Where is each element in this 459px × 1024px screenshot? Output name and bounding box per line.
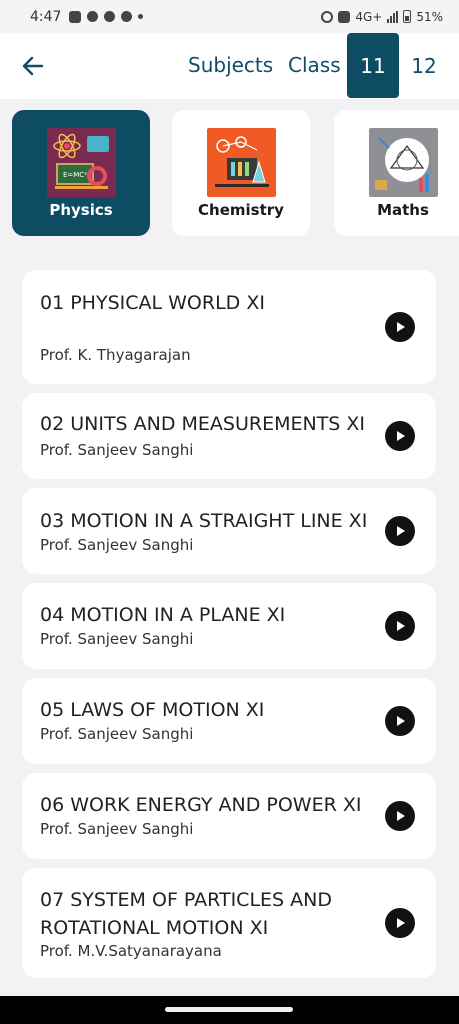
- chemistry-icon: [206, 128, 276, 197]
- back-button[interactable]: [18, 51, 48, 81]
- subject-label: Physics: [49, 201, 113, 219]
- play-icon: [397, 526, 405, 536]
- play-button[interactable]: [385, 908, 415, 938]
- list-item[interactable]: 06 WORK ENERGY AND POWER XI Prof. Sanjee…: [22, 773, 436, 859]
- alarm-icon: [321, 10, 334, 23]
- lecture-professor: Prof. Sanjeev Sanghi: [40, 820, 194, 838]
- subject-carousel[interactable]: E=MC² Physics Chemistry Maths: [12, 110, 459, 236]
- list-item[interactable]: 07 SYSTEM OF PARTICLES AND ROTATIONAL MO…: [22, 868, 436, 978]
- play-button[interactable]: [385, 516, 415, 546]
- list-item[interactable]: 05 LAWS OF MOTION XI Prof. Sanjeev Sangh…: [22, 678, 436, 764]
- lecture-professor: Prof. Sanjeev Sanghi: [40, 630, 194, 648]
- subject-label: Maths: [377, 201, 429, 219]
- lecture-title: 07 SYSTEM OF PARTICLES AND ROTATIONAL MO…: [40, 889, 332, 939]
- notification-icons: [69, 10, 144, 23]
- subject-card-chemistry[interactable]: Chemistry: [172, 110, 310, 236]
- vibrate-icon: [338, 10, 351, 23]
- play-button[interactable]: [385, 801, 415, 831]
- play-icon: [397, 322, 405, 332]
- subjects-heading: Subjects: [188, 53, 274, 77]
- lecture-title: 06 WORK ENERGY AND POWER XI: [40, 794, 362, 816]
- network-type: 4G+: [355, 9, 383, 24]
- physics-icon: E=MC²: [46, 128, 116, 197]
- battery-level: 51%: [416, 9, 443, 24]
- maths-icon: [368, 128, 438, 197]
- list-item[interactable]: 04 MOTION IN A PLANE XI Prof. Sanjeev Sa…: [22, 583, 436, 669]
- snapchat-icon: [121, 11, 133, 22]
- play-icon: [397, 621, 405, 631]
- snapchat-icon: [87, 11, 99, 22]
- play-button[interactable]: [385, 421, 415, 451]
- lecture-professor: Prof. Sanjeev Sanghi: [40, 536, 194, 554]
- lecture-title: 04 MOTION IN A PLANE XI: [40, 604, 286, 626]
- battery-icon: [403, 10, 412, 23]
- subject-card-physics[interactable]: E=MC² Physics: [12, 110, 150, 236]
- play-icon: [397, 811, 405, 821]
- lecture-title: 03 MOTION IN A STRAIGHT LINE XI: [40, 510, 368, 532]
- play-icon: [397, 431, 405, 441]
- class-heading: Class: [288, 53, 341, 77]
- play-button[interactable]: [385, 312, 415, 342]
- home-gesture-handle[interactable]: [165, 1007, 293, 1012]
- arrow-left-icon: [22, 56, 44, 76]
- lecture-professor: Prof. Sanjeev Sanghi: [40, 441, 194, 459]
- lecture-professor: Prof. M.V.Satyanarayana: [40, 942, 222, 960]
- system-navigation-bar: [0, 996, 459, 1024]
- list-item[interactable]: 01 PHYSICAL WORLD XI Prof. K. Thyagaraja…: [22, 270, 436, 384]
- status-bar: 4:47 4G+ 51%: [0, 0, 459, 33]
- status-time: 4:47: [30, 8, 62, 25]
- play-button[interactable]: [385, 706, 415, 736]
- lecture-professor: Prof. Sanjeev Sanghi: [40, 725, 194, 743]
- play-button[interactable]: [385, 611, 415, 641]
- class-11-button[interactable]: 11: [347, 33, 399, 98]
- class-12-button[interactable]: 12: [398, 33, 450, 98]
- lecture-professor: Prof. K. Thyagarajan: [40, 346, 191, 364]
- lecture-title: 02 UNITS AND MEASUREMENTS XI: [40, 413, 366, 435]
- lecture-title: 05 LAWS OF MOTION XI: [40, 699, 265, 721]
- more-notifications-icon: [138, 14, 144, 19]
- app-header: Subjects Class 11 12: [0, 33, 459, 99]
- list-item[interactable]: 02 UNITS AND MEASUREMENTS XI Prof. Sanje…: [22, 393, 436, 479]
- signal-icon: [387, 10, 399, 23]
- lecture-title: 01 PHYSICAL WORLD XI: [40, 292, 265, 314]
- subject-label: Chemistry: [198, 201, 284, 219]
- chat-icon: [69, 10, 82, 23]
- snapchat-icon: [104, 11, 116, 22]
- play-icon: [397, 716, 405, 726]
- list-item[interactable]: 03 MOTION IN A STRAIGHT LINE XI Prof. Sa…: [22, 488, 436, 574]
- subject-card-maths[interactable]: Maths: [334, 110, 459, 236]
- svg-text:E=MC²: E=MC²: [62, 171, 86, 179]
- play-icon: [397, 918, 405, 928]
